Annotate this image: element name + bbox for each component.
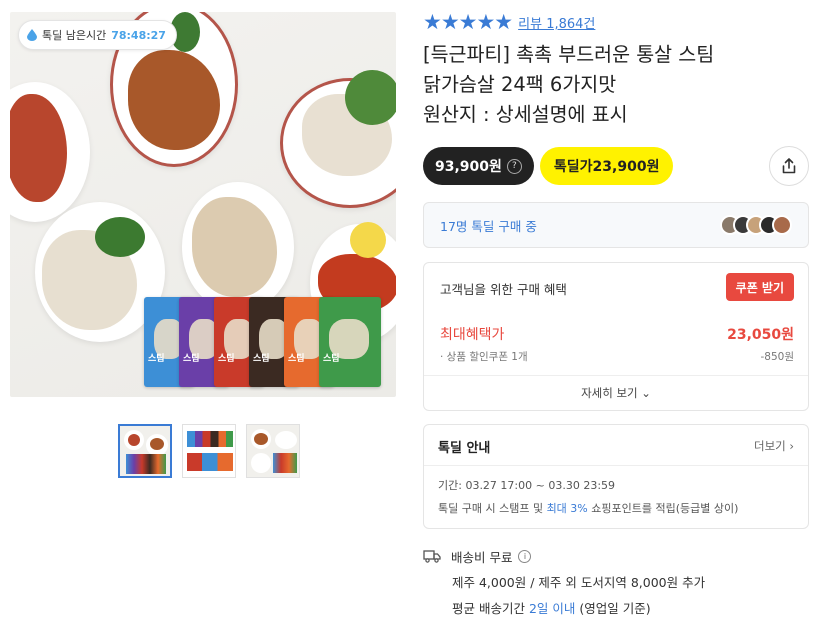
divider	[424, 465, 808, 466]
thumbnail-1[interactable]	[118, 424, 172, 478]
shipping-label: 배송비 무료	[451, 549, 513, 565]
price-row: 93,900원 ? 톡딜가23,900원	[423, 146, 809, 186]
share-icon	[782, 158, 796, 174]
thumbnail-3[interactable]	[246, 424, 300, 478]
food	[345, 70, 396, 125]
divider	[424, 375, 808, 376]
shipping-average-time: 평균 배송기간 2일 이내 (영업일 기준)	[452, 601, 651, 616]
coupon-discount-value: -850원	[760, 351, 795, 363]
timer-label: 톡딜 남은시간	[42, 29, 107, 42]
avatar	[772, 215, 792, 235]
shipping-info: 배송비 무료 i 제주 4,000원 / 제주 외 도서지역 8,000원 추가…	[423, 547, 809, 617]
thumbnail-strip	[118, 424, 300, 478]
deal-info-box: 톡딜 안내 더보기 › 기간: 03.27 17:00 ~ 03.30 23:5…	[423, 424, 809, 529]
get-coupon-button[interactable]: 쿠폰 받기	[725, 273, 794, 301]
food	[350, 222, 386, 258]
buyer-avatars	[720, 215, 792, 235]
coupon-discount-label: · 상품 할인쿠폰 1개	[440, 351, 528, 363]
droplet-icon	[27, 29, 37, 41]
review-count-link[interactable]: 리뷰 1,864건	[518, 13, 595, 32]
deal-period: 기간: 03.27 17:00 ~ 03.30 23:59	[438, 479, 616, 492]
truck-icon	[423, 550, 441, 563]
benefit-more-button[interactable]: 자세히 보기 ⌄	[424, 385, 808, 401]
shipping-extra-fee: 제주 4,000원 / 제주 외 도서지역 8,000원 추가	[452, 575, 706, 590]
benefit-heading: 고객님을 위한 구매 혜택	[440, 282, 567, 297]
deal-timer-badge: 톡딜 남은시간 78:48:27	[18, 20, 177, 50]
deal-buyers-text: 17명 톡딜 구매 중	[440, 218, 537, 234]
product-title: [득근파티] 촉촉 부드러운 통살 스팀 닭가슴살 24팩 6가지맛 원산지 :…	[423, 43, 715, 126]
product-main-image[interactable]: 스팀 스팀 스팀 스팀 스팀 스팀 톡딜 남은시간 78:48:27	[10, 12, 396, 397]
max-benefit-label: 최대혜택가	[440, 327, 505, 343]
deal-buyers-bar: 17명 톡딜 구매 중	[423, 202, 809, 248]
timer-countdown: 78:48:27	[111, 28, 166, 42]
deal-price-pill[interactable]: 톡딜가23,900원	[539, 147, 674, 185]
product-pack: 스팀	[319, 297, 381, 387]
thumbnail-2[interactable]	[182, 424, 236, 478]
deal-info-more-link[interactable]: 더보기 ›	[754, 438, 794, 454]
deal-price: 톡딜가23,900원	[553, 159, 660, 175]
deal-info-heading: 톡딜 안내	[438, 441, 491, 456]
question-icon[interactable]: ?	[506, 158, 522, 174]
deal-point-note: 톡딜 구매 시 스탬프 및 최대 3% 쇼핑포인트를 적립(등급별 상이)	[438, 502, 739, 515]
share-button[interactable]	[769, 146, 809, 186]
rating: ★★★★★ 리뷰 1,864건	[423, 12, 595, 33]
star-rating-icon: ★★★★★	[423, 10, 513, 34]
normal-price-pill[interactable]: 93,900원 ?	[423, 147, 534, 185]
max-benefit-price: 23,050원	[727, 327, 794, 343]
purchase-benefit-box: 고객님을 위한 구매 혜택 쿠폰 받기 최대혜택가 23,050원 · 상품 할…	[423, 262, 809, 411]
normal-price: 93,900원	[435, 159, 502, 175]
info-icon[interactable]: i	[518, 549, 532, 563]
food	[95, 217, 145, 257]
